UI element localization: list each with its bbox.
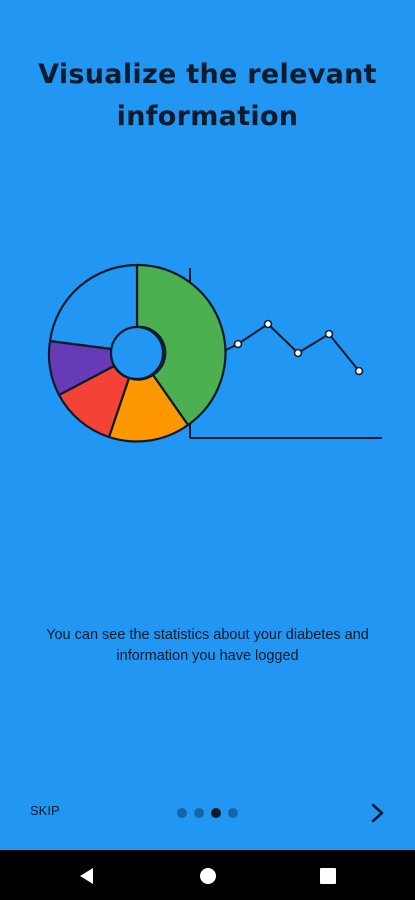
statistics-illustration <box>47 263 382 443</box>
back-button[interactable] <box>76 865 98 887</box>
donut-chart-illustration <box>47 263 227 443</box>
chart-point <box>233 339 243 349</box>
skip-button[interactable]: SKIP <box>30 803 60 818</box>
page-dot-active <box>211 808 221 818</box>
chevron-right-icon <box>371 803 384 823</box>
chart-point <box>293 348 303 358</box>
recents-button[interactable] <box>317 865 339 887</box>
donut-hole <box>109 325 165 381</box>
home-circle-icon <box>200 868 216 884</box>
home-button[interactable] <box>197 865 219 887</box>
chart-point <box>324 329 334 339</box>
page-dot <box>194 808 204 818</box>
recents-square-icon <box>320 868 336 884</box>
back-triangle-icon <box>80 868 93 884</box>
onboarding-title: Visualize the relevant information <box>38 59 377 132</box>
next-button[interactable] <box>368 802 388 824</box>
page-indicator <box>177 808 238 818</box>
page-dot <box>177 808 187 818</box>
page-dot <box>228 808 238 818</box>
system-navigation-bar <box>0 850 415 900</box>
chart-point <box>354 366 364 376</box>
chart-line <box>225 322 360 372</box>
chart-point <box>263 319 273 329</box>
onboarding-footer: SKIP <box>0 776 415 850</box>
onboarding-description: You can see the statistics about your di… <box>46 627 369 664</box>
